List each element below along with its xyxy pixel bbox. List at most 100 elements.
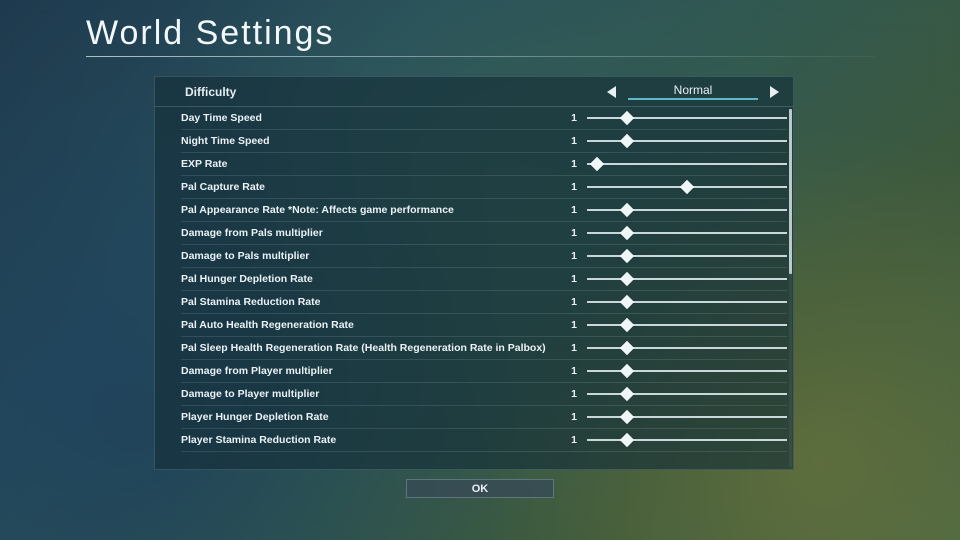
- setting-value: 1: [561, 250, 587, 262]
- setting-value: 1: [561, 411, 587, 423]
- settings-list-wrap: Day Time Speed1Night Time Speed1EXP Rate…: [155, 107, 793, 469]
- setting-slider[interactable]: [587, 410, 787, 424]
- setting-slider[interactable]: [587, 226, 787, 240]
- setting-value: 1: [561, 388, 587, 400]
- slider-thumb[interactable]: [620, 410, 634, 424]
- setting-row: Player Hunger Depletion Rate1: [181, 406, 787, 429]
- setting-row: Pal Sleep Health Regeneration Rate (Heal…: [181, 337, 787, 360]
- setting-slider[interactable]: [587, 341, 787, 355]
- setting-row: Damage to Player multiplier1: [181, 383, 787, 406]
- slider-track: [587, 255, 787, 257]
- slider-thumb[interactable]: [620, 318, 634, 332]
- page-title: World Settings: [86, 14, 334, 53]
- slider-thumb[interactable]: [620, 364, 634, 378]
- slider-track: [587, 347, 787, 349]
- slider-track: [587, 232, 787, 234]
- slider-thumb[interactable]: [620, 203, 634, 217]
- setting-label: Pal Capture Rate: [181, 181, 561, 193]
- setting-slider[interactable]: [587, 295, 787, 309]
- setting-slider[interactable]: [587, 249, 787, 263]
- slider-thumb[interactable]: [620, 295, 634, 309]
- scrollbar[interactable]: [789, 109, 792, 467]
- setting-row: Damage to Pals multiplier1: [181, 245, 787, 268]
- setting-row: Player Stamina Reduction Rate1: [181, 429, 787, 452]
- slider-thumb[interactable]: [620, 134, 634, 148]
- settings-panel: Difficulty Normal Day Time Speed1Night T…: [154, 76, 794, 470]
- setting-row: EXP Rate1: [181, 153, 787, 176]
- setting-row: Day Time Speed1: [181, 107, 787, 130]
- setting-label: Damage to Pals multiplier: [181, 250, 561, 262]
- slider-track: [587, 140, 787, 142]
- ok-button[interactable]: OK: [406, 479, 554, 498]
- setting-value: 1: [561, 135, 587, 147]
- setting-label: Pal Auto Health Regeneration Rate: [181, 319, 561, 331]
- setting-slider[interactable]: [587, 364, 787, 378]
- slider-thumb[interactable]: [620, 226, 634, 240]
- scrollbar-thumb[interactable]: [789, 109, 792, 274]
- slider-track: [587, 278, 787, 280]
- slider-thumb[interactable]: [620, 272, 634, 286]
- settings-list: Day Time Speed1Night Time Speed1EXP Rate…: [155, 107, 793, 452]
- setting-label: Pal Hunger Depletion Rate: [181, 273, 561, 285]
- setting-row: Damage from Player multiplier1: [181, 360, 787, 383]
- chevron-left-icon[interactable]: [607, 86, 616, 98]
- difficulty-label: Difficulty: [185, 85, 607, 99]
- setting-row: Pal Stamina Reduction Rate1: [181, 291, 787, 314]
- setting-row: Pal Capture Rate1: [181, 176, 787, 199]
- slider-track: [587, 209, 787, 211]
- difficulty-row: Difficulty Normal: [155, 77, 793, 107]
- setting-slider[interactable]: [587, 318, 787, 332]
- slider-track: [587, 393, 787, 395]
- setting-value: 1: [561, 319, 587, 331]
- setting-value: 1: [561, 204, 587, 216]
- setting-label: EXP Rate: [181, 158, 561, 170]
- setting-label: Night Time Speed: [181, 135, 561, 147]
- slider-thumb[interactable]: [680, 180, 694, 194]
- setting-value: 1: [561, 227, 587, 239]
- slider-track: [587, 324, 787, 326]
- slider-thumb[interactable]: [590, 157, 604, 171]
- setting-row: Pal Auto Health Regeneration Rate1: [181, 314, 787, 337]
- chevron-right-icon[interactable]: [770, 86, 779, 98]
- setting-value: 1: [561, 296, 587, 308]
- setting-value: 1: [561, 434, 587, 446]
- setting-value: 1: [561, 365, 587, 377]
- slider-thumb[interactable]: [620, 249, 634, 263]
- setting-label: Damage from Pals multiplier: [181, 227, 561, 239]
- setting-slider[interactable]: [587, 272, 787, 286]
- slider-track: [587, 301, 787, 303]
- setting-value: 1: [561, 158, 587, 170]
- setting-label: Damage from Player multiplier: [181, 365, 561, 377]
- setting-value: 1: [561, 181, 587, 193]
- setting-value: 1: [561, 342, 587, 354]
- slider-track: [587, 370, 787, 372]
- setting-value: 1: [561, 112, 587, 124]
- setting-slider[interactable]: [587, 157, 787, 171]
- slider-thumb[interactable]: [620, 341, 634, 355]
- setting-slider[interactable]: [587, 111, 787, 125]
- slider-thumb[interactable]: [620, 433, 634, 447]
- setting-row: Pal Hunger Depletion Rate1: [181, 268, 787, 291]
- slider-thumb[interactable]: [620, 111, 634, 125]
- slider-track: [587, 439, 787, 441]
- setting-label: Player Hunger Depletion Rate: [181, 411, 561, 423]
- setting-row: Pal Appearance Rate *Note: Affects game …: [181, 199, 787, 222]
- setting-slider[interactable]: [587, 387, 787, 401]
- setting-slider[interactable]: [587, 433, 787, 447]
- slider-thumb[interactable]: [620, 387, 634, 401]
- setting-label: Day Time Speed: [181, 112, 561, 124]
- slider-track: [587, 163, 787, 165]
- setting-slider[interactable]: [587, 203, 787, 217]
- setting-row: Night Time Speed1: [181, 130, 787, 153]
- setting-slider[interactable]: [587, 180, 787, 194]
- slider-track: [587, 416, 787, 418]
- slider-track: [587, 117, 787, 119]
- setting-label: Pal Appearance Rate *Note: Affects game …: [181, 204, 561, 216]
- setting-slider[interactable]: [587, 134, 787, 148]
- difficulty-value[interactable]: Normal: [628, 83, 758, 100]
- setting-label: Player Stamina Reduction Rate: [181, 434, 561, 446]
- title-underline: [86, 56, 876, 57]
- setting-row: Damage from Pals multiplier1: [181, 222, 787, 245]
- setting-value: 1: [561, 273, 587, 285]
- setting-label: Damage to Player multiplier: [181, 388, 561, 400]
